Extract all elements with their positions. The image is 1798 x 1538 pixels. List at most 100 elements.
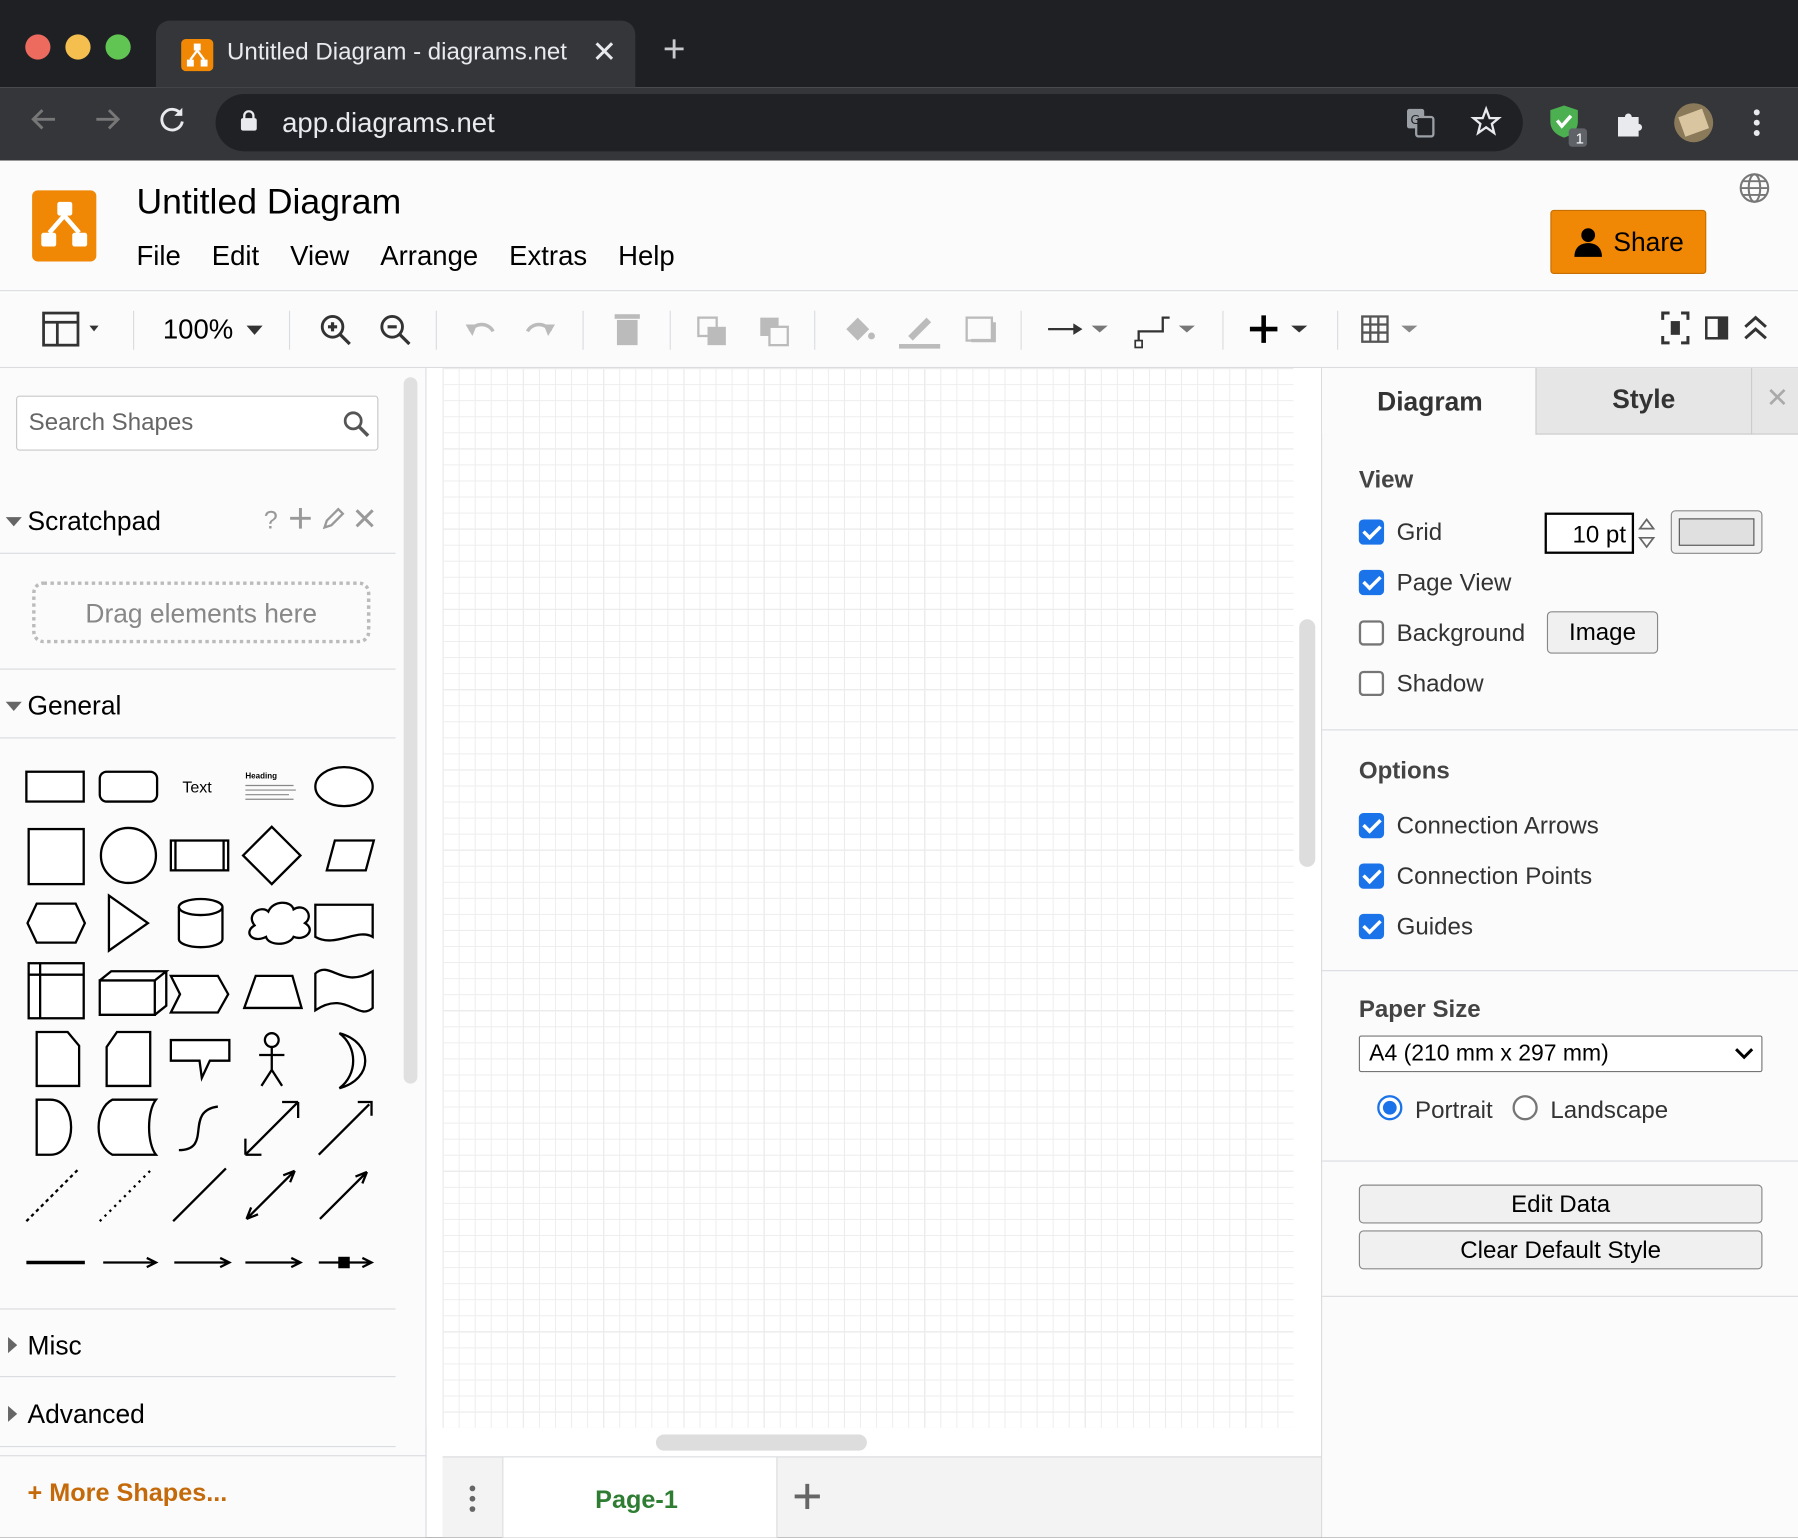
search-shapes-input[interactable] xyxy=(28,408,339,439)
scratchpad-help-icon[interactable]: ? xyxy=(264,506,278,536)
menu-edit[interactable]: Edit xyxy=(212,241,259,273)
grid-color-button[interactable] xyxy=(1670,510,1763,554)
canvas-vertical-scrollbar[interactable] xyxy=(1299,619,1316,867)
toggle-panel-icon[interactable] xyxy=(1704,308,1729,349)
menu-view[interactable]: View xyxy=(290,241,349,273)
background-label: Background xyxy=(1396,620,1526,647)
forward-icon[interactable] xyxy=(92,103,124,135)
browser-menu-icon[interactable] xyxy=(1745,105,1768,139)
add-page-icon[interactable] xyxy=(791,1480,823,1512)
zoom-select[interactable]: 100% xyxy=(163,314,233,346)
canvas-horizontal-scrollbar[interactable] xyxy=(655,1434,867,1451)
format-panel-toggle-icon[interactable] xyxy=(41,308,112,349)
general-shapes-palette[interactable]: Text Heading xyxy=(18,753,385,1280)
chevron-down-icon xyxy=(1735,1048,1754,1060)
card-shape xyxy=(105,1030,152,1088)
scratchpad-edit-icon[interactable] xyxy=(321,506,346,531)
scratchpad-header[interactable]: Scratchpad ? xyxy=(0,485,396,554)
scratchpad-add-icon[interactable] xyxy=(288,506,313,531)
tape-shape xyxy=(314,968,374,1013)
clear-default-style-button[interactable]: Clear Default Style xyxy=(1358,1230,1763,1270)
grid-page[interactable] xyxy=(442,368,1294,1428)
menu-file[interactable]: File xyxy=(136,241,180,273)
close-panel-button[interactable]: ✕ xyxy=(1751,368,1798,435)
menu-extras[interactable]: Extras xyxy=(509,241,587,273)
landscape-option[interactable]: Landscape xyxy=(1512,1093,1673,1127)
grid-label: Grid xyxy=(1396,519,1443,546)
landscape-label: Landscape xyxy=(1550,1097,1669,1124)
portrait-radio[interactable] xyxy=(1377,1095,1403,1121)
close-tab-icon[interactable]: ✕ xyxy=(592,34,617,70)
page-tab-page-1[interactable]: Page-1 xyxy=(502,1457,778,1538)
to-back-icon[interactable] xyxy=(757,308,791,349)
shadow-icon[interactable] xyxy=(963,308,997,349)
grid-size-input[interactable]: 10 pt xyxy=(1544,512,1635,554)
insert-plus-icon[interactable] xyxy=(1248,308,1315,349)
fullscreen-icon[interactable] xyxy=(1660,308,1690,349)
diagram-canvas[interactable] xyxy=(426,368,1321,1428)
new-tab-icon[interactable]: + xyxy=(663,30,686,69)
menu-help[interactable]: Help xyxy=(618,241,675,273)
more-shapes-button[interactable]: + More Shapes... xyxy=(28,1478,228,1508)
page-view-checkbox[interactable] xyxy=(1358,569,1385,596)
general-header[interactable]: General xyxy=(0,670,396,739)
close-window-button[interactable] xyxy=(25,34,51,60)
search-shapes-field[interactable] xyxy=(16,395,379,451)
page-view-label: Page View xyxy=(1396,569,1512,597)
undo-icon[interactable] xyxy=(463,308,497,349)
connection-points-checkbox[interactable] xyxy=(1358,863,1385,889)
pages-menu-icon[interactable] xyxy=(463,1483,481,1515)
shadow-label: Shadow xyxy=(1396,670,1484,698)
paper-size-select[interactable]: A4 (210 mm x 297 mm) xyxy=(1358,1035,1763,1073)
share-button[interactable]: Share xyxy=(1550,209,1707,275)
fill-color-icon[interactable] xyxy=(842,308,876,349)
language-globe-icon[interactable] xyxy=(1738,172,1770,204)
browser-tab[interactable]: Untitled Diagram - diagrams.net ✕ xyxy=(155,20,636,88)
line-color-icon[interactable] xyxy=(899,308,941,349)
translate-icon[interactable]: G xyxy=(1406,108,1436,138)
reload-icon[interactable] xyxy=(156,103,188,135)
redo-icon[interactable] xyxy=(523,308,557,349)
omnibox[interactable]: app.diagrams.net G xyxy=(215,94,1523,152)
minimize-window-button[interactable] xyxy=(65,34,91,60)
zoom-out-icon[interactable] xyxy=(378,308,412,349)
shadow-checkbox[interactable] xyxy=(1358,670,1385,697)
sidebar-scrollbar[interactable] xyxy=(403,377,418,1084)
connection-style-icon[interactable] xyxy=(1046,308,1113,349)
zoom-in-icon[interactable] xyxy=(319,308,353,349)
bookmark-star-icon[interactable] xyxy=(1470,105,1502,137)
portrait-option[interactable]: Portrait xyxy=(1377,1093,1503,1127)
advanced-header[interactable]: Advanced xyxy=(0,1378,396,1448)
expand-arrow-icon xyxy=(8,1337,18,1354)
guides-checkbox[interactable] xyxy=(1358,913,1385,940)
zoom-dropdown-icon[interactable] xyxy=(245,325,263,336)
tab-diagram[interactable]: Diagram xyxy=(1322,368,1536,435)
collapse-header-icon[interactable] xyxy=(1741,308,1771,349)
edit-data-button[interactable]: Edit Data xyxy=(1358,1184,1763,1224)
waypoints-icon[interactable] xyxy=(1133,308,1200,349)
table-icon[interactable] xyxy=(1360,308,1427,349)
search-icon[interactable] xyxy=(343,411,371,439)
delay-shape xyxy=(35,1098,73,1156)
scratchpad-drop-zone[interactable]: Drag elements here xyxy=(32,581,371,644)
background-image-button[interactable]: Image xyxy=(1546,611,1659,654)
landscape-radio[interactable] xyxy=(1512,1095,1538,1121)
scratchpad-close-icon[interactable] xyxy=(353,507,376,530)
maximize-window-button[interactable] xyxy=(105,34,131,60)
grid-checkbox[interactable] xyxy=(1358,519,1385,545)
back-icon[interactable] xyxy=(28,103,60,135)
connection-arrows-checkbox[interactable] xyxy=(1358,813,1385,839)
delete-icon[interactable] xyxy=(612,308,642,349)
diagram-title[interactable]: Untitled Diagram xyxy=(136,181,401,222)
misc-header[interactable]: Misc xyxy=(0,1308,396,1378)
grid-size-stepper[interactable] xyxy=(1636,515,1657,552)
tab-style[interactable]: Style xyxy=(1535,368,1752,435)
extensions-puzzle-icon[interactable] xyxy=(1612,105,1646,139)
lock-icon xyxy=(240,110,257,131)
profile-avatar[interactable] xyxy=(1674,103,1714,143)
menu-arrange[interactable]: Arrange xyxy=(380,241,478,273)
to-front-icon[interactable] xyxy=(695,308,729,349)
background-checkbox[interactable] xyxy=(1358,620,1385,646)
shield-extension-icon[interactable]: 1 xyxy=(1548,103,1589,149)
rectangle-shape xyxy=(25,770,85,803)
